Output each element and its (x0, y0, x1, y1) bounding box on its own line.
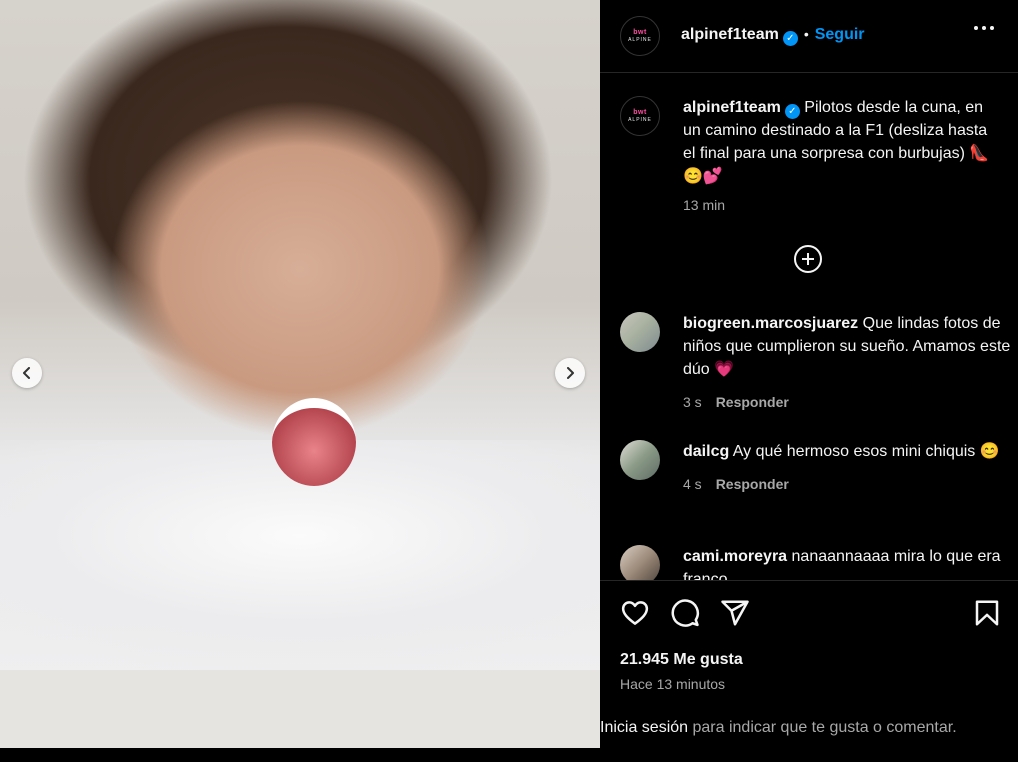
bookmark-icon[interactable] (972, 598, 1002, 628)
commenter-username[interactable]: dailcg (683, 443, 729, 460)
commenter-username[interactable]: cami.moreyra (683, 548, 787, 565)
caption-username[interactable]: alpinef1team (683, 99, 781, 116)
comment-body: biogreen.marcosjuarez Que lindas fotos d… (683, 312, 1013, 414)
caption-text: alpinef1team ✓ Pilotos desde la cuna, en … (683, 96, 1003, 217)
commenter-username[interactable]: biogreen.marcosjuarez (683, 315, 858, 332)
child-smile (272, 398, 356, 486)
comment-meta: 3 s Responder (683, 391, 1013, 414)
verified-badge-icon: ✓ (782, 31, 798, 46)
caption-avatar[interactable]: bwt ALPINE (620, 96, 660, 136)
more-options-icon[interactable] (974, 26, 994, 30)
chevron-right-icon (567, 367, 574, 379)
avatar-logo-top: bwt (633, 109, 647, 116)
author-username[interactable]: alpinef1team (681, 26, 779, 43)
post-image[interactable] (0, 0, 600, 748)
chevron-left-icon (23, 367, 30, 379)
verified-badge-icon: ✓ (784, 104, 800, 119)
comments-list: biogreen.marcosjuarez Que lindas fotos d… (600, 300, 1018, 580)
share-icon[interactable] (720, 598, 750, 628)
login-link[interactable]: Inicia sesión (600, 719, 688, 736)
likes-count[interactable]: 21.945 Me gusta (620, 651, 743, 669)
commenter-avatar[interactable] (620, 312, 660, 352)
separator-dot: • (803, 26, 809, 42)
comment-time: 3 s (683, 394, 702, 410)
login-prompt-text: para indicar que te gusta o comentar. (688, 719, 957, 736)
avatar-logo-bottom: ALPINE (628, 117, 652, 123)
follow-button[interactable]: Seguir (815, 26, 865, 43)
reply-button[interactable]: Responder (716, 476, 789, 492)
comment-time: 4 s (683, 476, 702, 492)
comment-meta: 4 s Responder (683, 473, 1013, 496)
author-avatar[interactable]: bwt ALPINE (620, 16, 660, 56)
caption-time[interactable]: 13 min (683, 194, 1003, 217)
post-panel: bwt ALPINE alpinef1team ✓ • Seguir bwt ALPI… (600, 0, 1018, 748)
carousel-prev-button[interactable] (12, 358, 42, 388)
post-header: bwt ALPINE alpinef1team ✓ • Seguir (600, 0, 1018, 73)
comment-body: cami.moreyra nanaannaaaa mira lo que era… (683, 545, 1013, 580)
comment-text: Ay qué hermoso esos mini chiquis 😊 (732, 443, 1000, 460)
reply-button[interactable]: Responder (716, 394, 789, 410)
avatar-logo-top: bwt (633, 29, 647, 36)
login-prompt: Inicia sesión para indicar que te gusta … (600, 719, 1018, 737)
post-timestamp[interactable]: Hace 13 minutos (620, 676, 725, 692)
heart-icon[interactable] (620, 598, 650, 628)
comment-body: dailcg Ay qué hermoso esos mini chiquis … (683, 440, 1013, 496)
commenter-avatar[interactable] (620, 545, 660, 580)
load-more-comments-icon[interactable] (794, 245, 822, 273)
post-actions: 21.945 Me gusta Hace 13 minutos Inicia s… (600, 580, 1018, 749)
carousel-next-button[interactable] (555, 358, 585, 388)
comment-icon[interactable] (670, 598, 700, 628)
commenter-avatar[interactable] (620, 440, 660, 480)
bathtub-edge (0, 670, 600, 748)
avatar-logo-bottom: ALPINE (628, 37, 652, 43)
header-identity: alpinef1team ✓ • Seguir (681, 26, 865, 46)
